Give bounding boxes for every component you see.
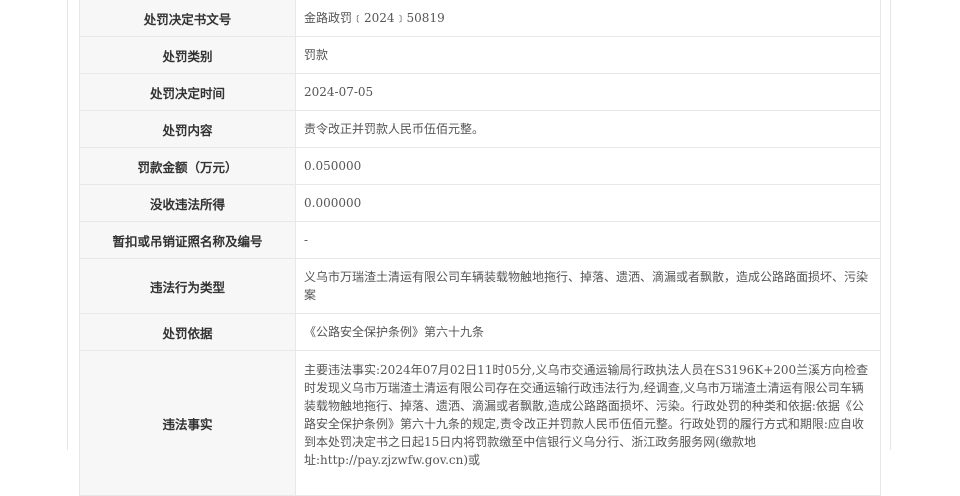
field-label: 处罚类别 xyxy=(79,36,296,74)
field-value: 金路政罚﹝2024﹞50819 xyxy=(295,0,881,37)
table-row: 处罚决定时间 2024-07-05 xyxy=(79,73,881,111)
table-row: 违法行为类型 义乌市万瑞渣土清运有限公司车辆装载物触地拖行、掉落、遗洒、滴漏或者… xyxy=(79,258,881,314)
field-value: 罚款 xyxy=(295,36,881,74)
table-row: 处罚类别 罚款 xyxy=(79,36,881,74)
field-value: 义乌市万瑞渣土清运有限公司车辆装载物触地拖行、掉落、遗洒、滴漏或者飘散，造成公路… xyxy=(295,258,881,314)
field-value: 0.000000 xyxy=(295,184,881,222)
table-row: 处罚决定书文号 金路政罚﹝2024﹞50819 xyxy=(79,0,881,37)
table-row: 暂扣或吊销证照名称及编号 - xyxy=(79,221,881,259)
field-label: 处罚依据 xyxy=(79,313,296,351)
table-row: 处罚依据 《公路安全保护条例》第六十九条 xyxy=(79,313,881,351)
field-label: 没收违法所得 xyxy=(79,184,296,222)
field-value: 0.050000 xyxy=(295,147,881,185)
field-label: 处罚决定时间 xyxy=(79,73,296,111)
table-row: 处罚内容 责令改正并罚款人民币伍佰元整。 xyxy=(79,110,881,148)
field-value: 责令改正并罚款人民币伍佰元整。 xyxy=(295,110,881,148)
field-label: 违法行为类型 xyxy=(79,258,296,314)
field-label: 违法事实 xyxy=(79,350,296,496)
field-value: 《公路安全保护条例》第六十九条 xyxy=(295,313,881,351)
penalty-detail-table: 处罚决定书文号 金路政罚﹝2024﹞50819 处罚类别 罚款 处罚决定时间 2… xyxy=(79,0,881,496)
field-value: 主要违法事实:2024年07月02日11时05分,义乌市交通运输局行政执法人员在… xyxy=(295,350,881,496)
field-value: - xyxy=(295,221,881,259)
table-row: 没收违法所得 0.000000 xyxy=(79,184,881,222)
field-label: 处罚决定书文号 xyxy=(79,0,296,37)
field-label: 暂扣或吊销证照名称及编号 xyxy=(79,221,296,259)
table-row: 罚款金额（万元） 0.050000 xyxy=(79,147,881,185)
field-label: 罚款金额（万元） xyxy=(79,147,296,185)
field-label: 处罚内容 xyxy=(79,110,296,148)
field-value: 2024-07-05 xyxy=(295,73,881,111)
table-row: 违法事实 主要违法事实:2024年07月02日11时05分,义乌市交通运输局行政… xyxy=(79,350,881,496)
